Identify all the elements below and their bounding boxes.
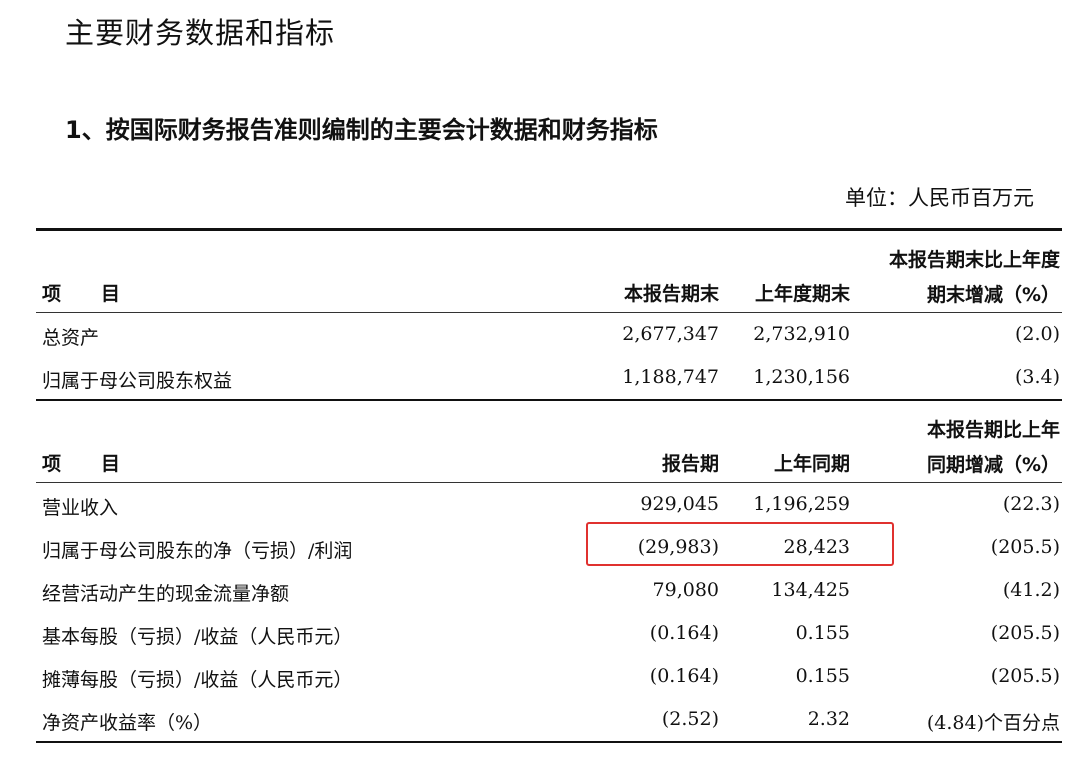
section1-header-col1: 本报告期末 [623,283,719,305]
section2-header-row: 项目 报告期 上年同期 本报告期比上年 同期增减（%） [36,401,1062,482]
table-row: 归属于母公司股东权益 1,188,747 1,230,156 (3.4) [42,366,1060,392]
table-row: 净资产收益率（%） (2.52) 2.32 (4.84)个百分点 [42,708,1060,734]
financial-table: 项目 本报告期末 上年度期末 本报告期末比上年度 期末增减（%） 总资产 2,6… [36,228,1062,743]
section2-header-col3: 本报告期比上年 同期增减（%） [926,419,1060,476]
page-title: 主要财务数据和指标 [65,16,336,50]
unit-label: 单位：人民币百万元 [845,186,1034,210]
section-subtitle: 1、按国际财务报告准则编制的主要会计数据和财务指标 [65,116,658,144]
table-row: 归属于母公司股东的净（亏损）/利润 (29,983) 28,423 (205.5… [42,536,1060,562]
highlight-box [586,522,894,566]
section2-header-col1: 报告期 [661,453,719,475]
section2-header-item: 项目 [42,453,121,475]
table-row: 摊薄每股（亏损）/收益（人民币元） (0.164) 0.155 (205.5) [42,665,1060,691]
section1-header-row: 项目 本报告期末 上年度期末 本报告期末比上年度 期末增减（%） [36,231,1062,312]
table-row: 营业收入 929,045 1,196,259 (22.3) [42,493,1060,519]
table-row: 经营活动产生的现金流量净额 79,080 134,425 (41.2) [42,579,1060,605]
section1-header-item: 项目 [42,283,121,305]
table-bottom-rule [36,741,1062,743]
section2-header-col2: 上年同期 [773,453,850,475]
section1-header-col2: 上年度期末 [754,283,850,305]
table-row: 总资产 2,677,347 2,732,910 (2.0) [42,323,1060,349]
table-row: 基本每股（亏损）/收益（人民币元） (0.164) 0.155 (205.5) [42,622,1060,648]
section1-header-col3: 本报告期末比上年度 期末增减（%） [888,249,1060,306]
